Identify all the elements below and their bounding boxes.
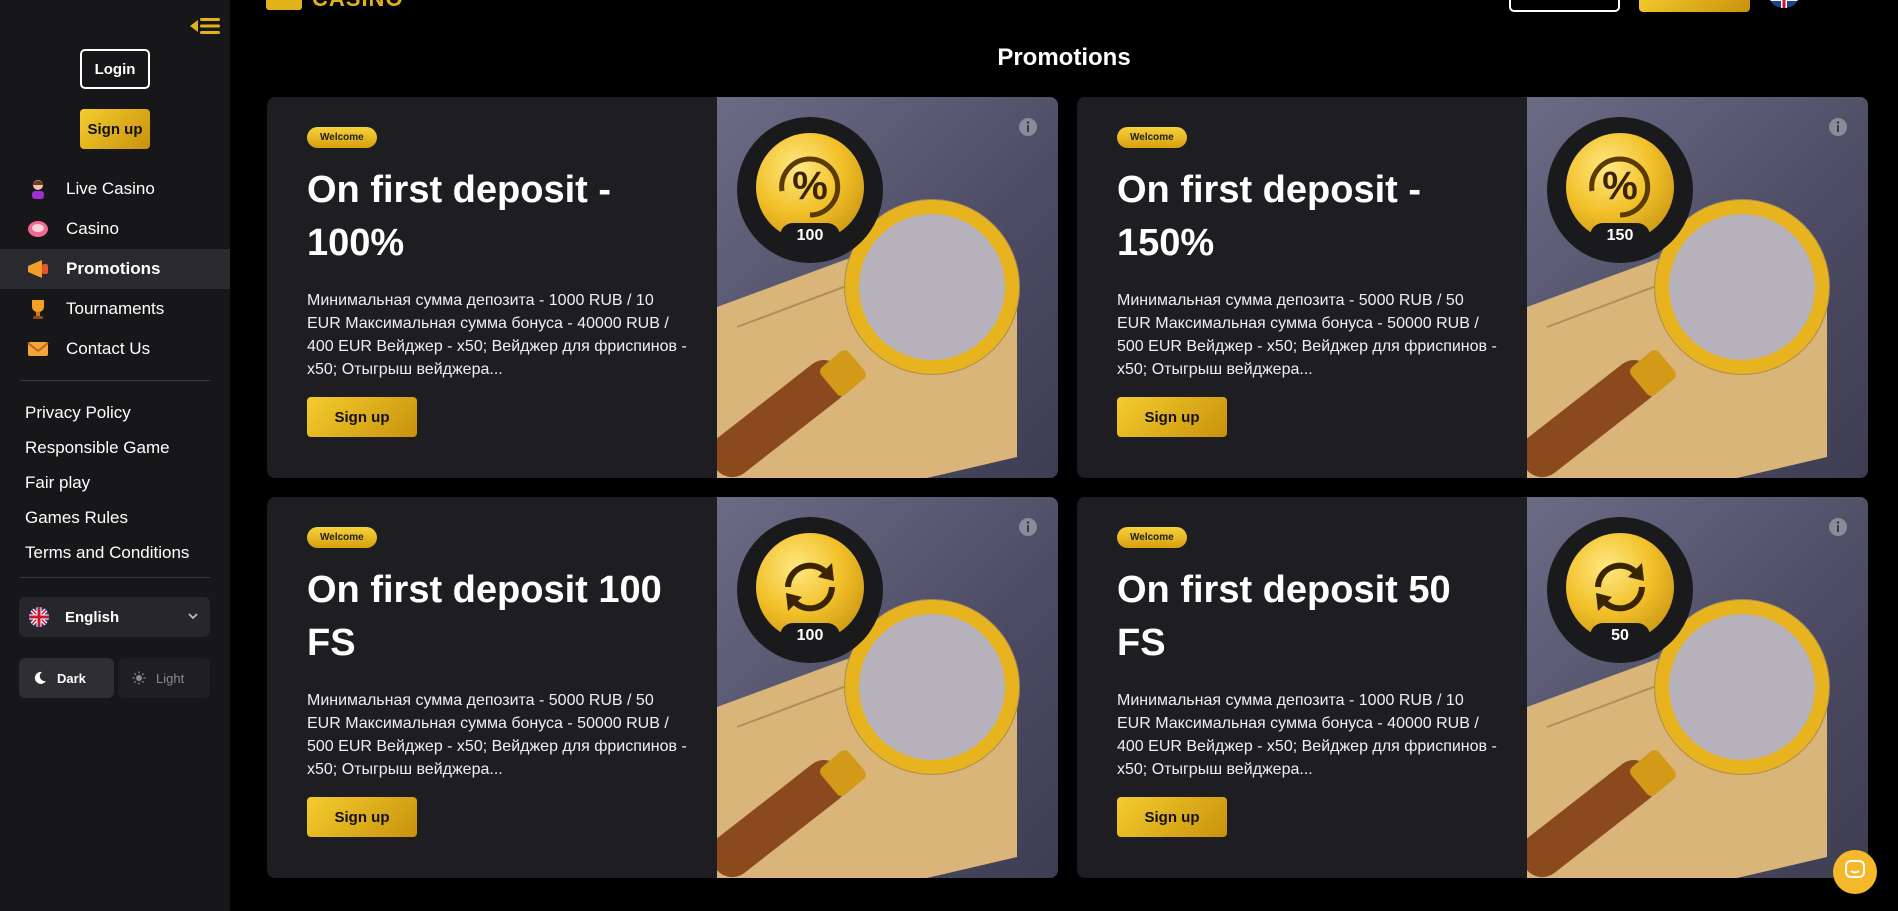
link-privacy-policy[interactable]: Privacy Policy [25,395,189,430]
logo-text: CASINO [312,0,404,12]
sidebar-divider [20,577,210,578]
promo-description: Минимальная сумма депозита - 1000 RUB / … [307,292,687,378]
nav-item-label: Casino [66,219,119,238]
bonus-coin: 100 [737,517,883,663]
logo-mark-icon [266,0,302,10]
bonus-coin: 50 [1547,517,1693,663]
theme-dark-button[interactable]: Dark [19,658,114,698]
sidebar: Login Sign up Live Casino Casino Promoti… [0,0,230,911]
trophy-icon [26,297,50,321]
promo-signup-button[interactable]: Sign up [307,797,417,837]
auth-buttons: Login Sign up [0,49,230,149]
promo-title: On first deposit - 100% [307,169,611,264]
casino-logo[interactable]: CASINO [266,0,404,12]
collapse-menu-icon[interactable] [188,14,222,38]
coin-value: 100 [780,223,840,249]
language-select[interactable]: English [19,597,210,637]
coin-value: 150 [1590,223,1650,249]
info-icon[interactable] [1828,117,1848,137]
promo-illustration: 50 [1527,497,1868,878]
header-login-button[interactable] [1509,0,1620,12]
main-nav: Live Casino Casino Promotions Tournament… [0,169,230,369]
sidebar-signup-button[interactable]: Sign up [80,109,150,149]
promo-description: Минимальная сумма депозита - 5000 RUB / … [1117,292,1497,378]
moon-icon [33,671,47,685]
sun-icon [132,671,146,685]
promo-signup-button[interactable]: Sign up [1117,397,1227,437]
promo-badge: Welcome [307,527,377,548]
nav-item-live-casino[interactable]: Live Casino [0,169,230,209]
chevron-down-icon [186,609,200,627]
promo-card: Welcome On first deposit - 150% Минималь… [1077,97,1868,478]
coin-value: 50 [1590,623,1650,649]
promo-signup-button[interactable]: Sign up [1117,797,1227,837]
nav-item-label: Contact Us [66,339,151,358]
chat-bubble-icon [1843,858,1867,887]
promo-illustration: 100 [717,497,1058,878]
promo-signup-button[interactable]: Sign up [307,397,417,437]
theme-light-label: Light [156,670,185,686]
nav-item-label: Promotions [66,259,161,278]
uk-flag-icon [29,607,49,627]
nav-item-promotions[interactable]: Promotions [0,249,230,289]
sidebar-divider [20,380,210,381]
promo-title: On first deposit 100 FS [307,569,662,664]
promo-badge: Welcome [1117,127,1187,148]
chat-support-button[interactable] [1833,850,1877,894]
link-fair-play[interactable]: Fair play [25,465,189,500]
bonus-coin: % 150 [1547,117,1693,263]
bonus-coin: % 100 [737,117,883,263]
link-games-rules[interactable]: Games Rules [25,500,189,535]
svg-text:%: % [792,164,828,208]
nav-item-label: Live Casino [66,179,155,198]
language-label: English [65,608,120,626]
nav-item-label: Tournaments [66,299,165,318]
megaphone-icon [26,257,50,281]
promo-illustration: % 150 [1527,97,1868,478]
promo-description: Минимальная сумма депозита - 5000 RUB / … [307,692,687,778]
info-icon[interactable] [1018,517,1038,537]
info-icon[interactable] [1018,117,1038,137]
link-terms-and-conditions[interactable]: Terms and Conditions [25,535,189,570]
live-casino-icon [26,177,50,201]
promo-illustration: % 100 [717,97,1058,478]
login-button[interactable]: Login [80,49,150,89]
nav-item-casino[interactable]: Casino [0,209,230,249]
promo-card: Welcome On first deposit 100 FS Минималь… [267,497,1058,878]
header-signup-button[interactable] [1639,0,1750,12]
coin-value: 100 [780,623,840,649]
link-responsible-game[interactable]: Responsible Game [25,430,189,465]
svg-text:%: % [1602,164,1638,208]
promo-card: Welcome On first deposit - 100% Минималь… [267,97,1058,478]
nav-item-contact-us[interactable]: Contact Us [0,329,230,369]
theme-light-button[interactable]: Light [118,658,210,698]
theme-dark-label: Dark [57,670,86,686]
promo-title: On first deposit - 150% [1117,169,1421,264]
info-icon[interactable] [1828,517,1848,537]
envelope-icon [26,337,50,361]
page-title: Promotions [997,44,1131,71]
promo-description: Минимальная сумма депозита - 1000 RUB / … [1117,692,1497,778]
footer-links: Privacy Policy Responsible Game Fair pla… [25,395,189,570]
promo-badge: Welcome [307,127,377,148]
casino-chip-icon [26,217,50,241]
promo-title: On first deposit 50 FS [1117,569,1451,664]
promo-card: Welcome On first deposit 50 FS Минимальн… [1077,497,1868,878]
header-menu-icon[interactable] [1842,0,1860,4]
header-uk-flag-icon[interactable] [1770,0,1798,8]
nav-item-tournaments[interactable]: Tournaments [0,289,230,329]
promo-badge: Welcome [1117,527,1187,548]
